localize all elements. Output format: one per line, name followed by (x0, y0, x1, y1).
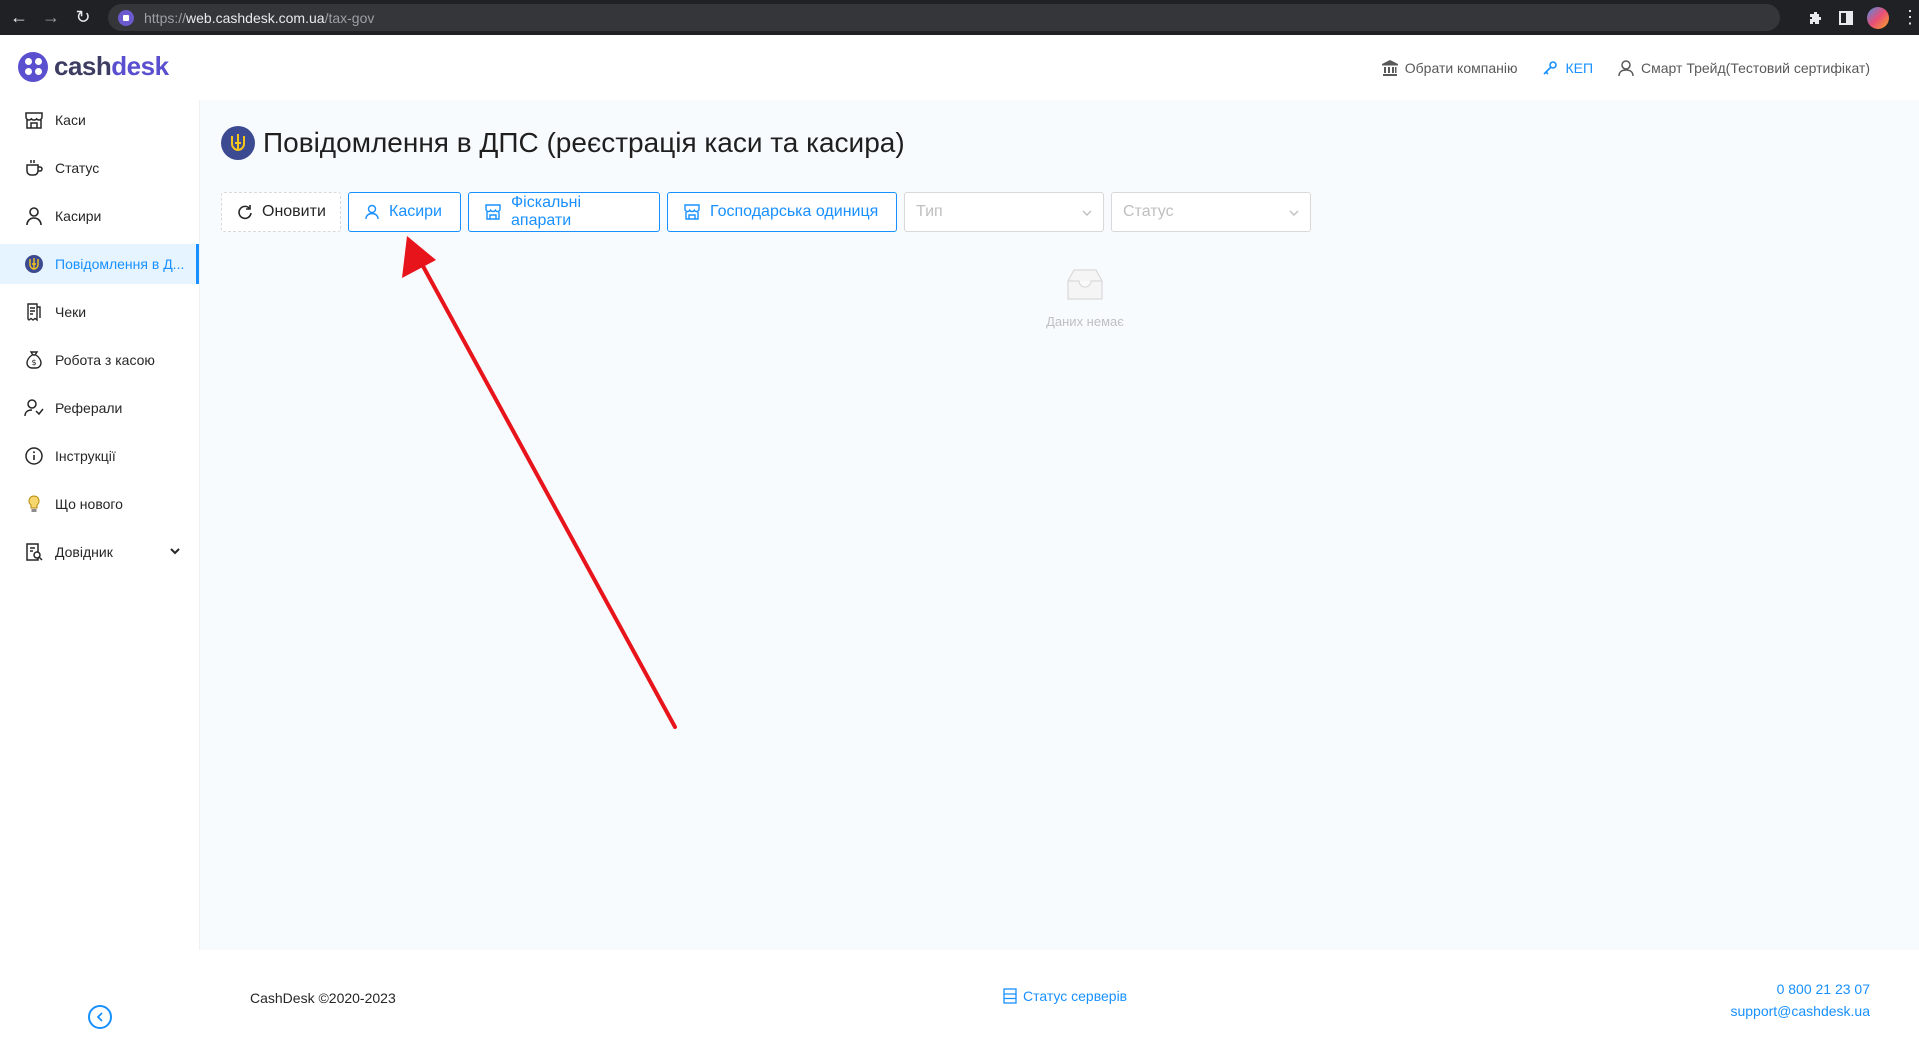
server-status-link[interactable]: Статус серверів (1003, 988, 1127, 1004)
chevron-left-icon (96, 1012, 103, 1022)
sidebar-collapse-button[interactable] (88, 1005, 112, 1029)
server-icon (1003, 988, 1017, 1004)
footer: CashDesk ©2020-2023 Статус серверів 0 80… (200, 950, 1919, 1040)
annotation-arrow (402, 236, 677, 729)
phone-link[interactable]: 0 800 21 23 07 (1730, 978, 1870, 1000)
email-link[interactable]: support@cashdesk.ua (1730, 1000, 1870, 1022)
copyright-text: CashDesk ©2020-2023 (250, 990, 396, 1006)
